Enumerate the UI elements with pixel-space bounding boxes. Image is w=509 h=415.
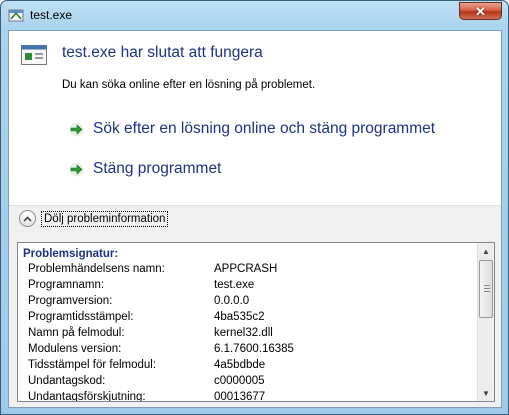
detail-key: Programnamn:	[28, 279, 105, 291]
close-button[interactable]: ✕	[459, 2, 502, 20]
close-program-button[interactable]: Stäng programmet	[69, 160, 221, 178]
dialog-client-area: test.exe har slutat att fungera Du kan s…	[8, 30, 502, 408]
program-icon	[8, 9, 24, 22]
detail-value: c0000005	[214, 375, 265, 387]
detail-value: 6.1.7600.16385	[214, 343, 294, 355]
scroll-up-button[interactable]: ▲	[478, 243, 494, 259]
grip-line	[484, 291, 490, 292]
search-online-and-close-button[interactable]: Sök efter en lösning online och stäng pr…	[69, 120, 435, 138]
details-scrollbar[interactable]: ▲ ▼	[477, 243, 494, 401]
window-title: test.exe	[30, 8, 73, 22]
detail-key: Programtidsstämpel:	[28, 311, 134, 323]
toggle-label: Dölj probleminformation	[41, 210, 169, 227]
green-arrow-icon	[69, 122, 84, 136]
detail-key: Tidsstämpel för felmodul:	[28, 359, 157, 371]
grip-line	[484, 285, 490, 286]
detail-value: 0.0.0.0	[214, 295, 250, 307]
detail-value: test.exe	[214, 279, 255, 291]
close-icon: ✕	[475, 3, 486, 19]
detail-value: 4a5bdbde	[214, 359, 266, 371]
arrow-down-icon: ▼	[482, 388, 490, 398]
detail-key: Programversion:	[28, 295, 113, 307]
details-section: Dölj probleminformation Problemsignatur:…	[9, 206, 501, 407]
detail-key: Modulens version:	[28, 343, 122, 355]
arrow-up-icon: ▲	[482, 246, 490, 256]
dialog-heading: test.exe har slutat att fungera	[62, 44, 263, 61]
scroll-down-button[interactable]: ▼	[478, 385, 494, 401]
detail-key: Problemhändelsens namn:	[28, 263, 165, 275]
hide-details-toggle[interactable]: Dölj probleminformation	[19, 210, 169, 227]
green-arrow-icon	[69, 162, 84, 176]
chevron-up-icon	[19, 210, 36, 227]
detail-key: Undantagsförskjutning:	[28, 391, 146, 402]
detail-value: 00013677	[214, 391, 266, 402]
detail-value: kernel32.dll	[214, 327, 273, 339]
detail-value: 4ba535c2	[214, 311, 265, 323]
grip-line	[484, 288, 490, 289]
command-label: Sök efter en lösning online och stäng pr…	[93, 120, 436, 137]
detail-value: APPCRASH	[214, 263, 278, 275]
scroll-thumb[interactable]	[479, 260, 493, 318]
error-dialog-window: test.exe ✕ test.exe har slutat att funge…	[0, 0, 509, 415]
problem-details-box[interactable]: Problemsignatur: Problemhändelsens namn:…	[17, 242, 495, 402]
detail-key: Undantagskod:	[28, 375, 106, 387]
detail-key: Namn på felmodul:	[28, 327, 125, 339]
problem-signature-header: Problemsignatur:	[23, 248, 119, 260]
command-label: Stäng programmet	[93, 160, 222, 177]
program-icon	[21, 45, 47, 65]
title-bar[interactable]: test.exe ✕	[1, 1, 508, 31]
dialog-subtext: Du kan söka online efter en lösning på p…	[62, 79, 316, 91]
